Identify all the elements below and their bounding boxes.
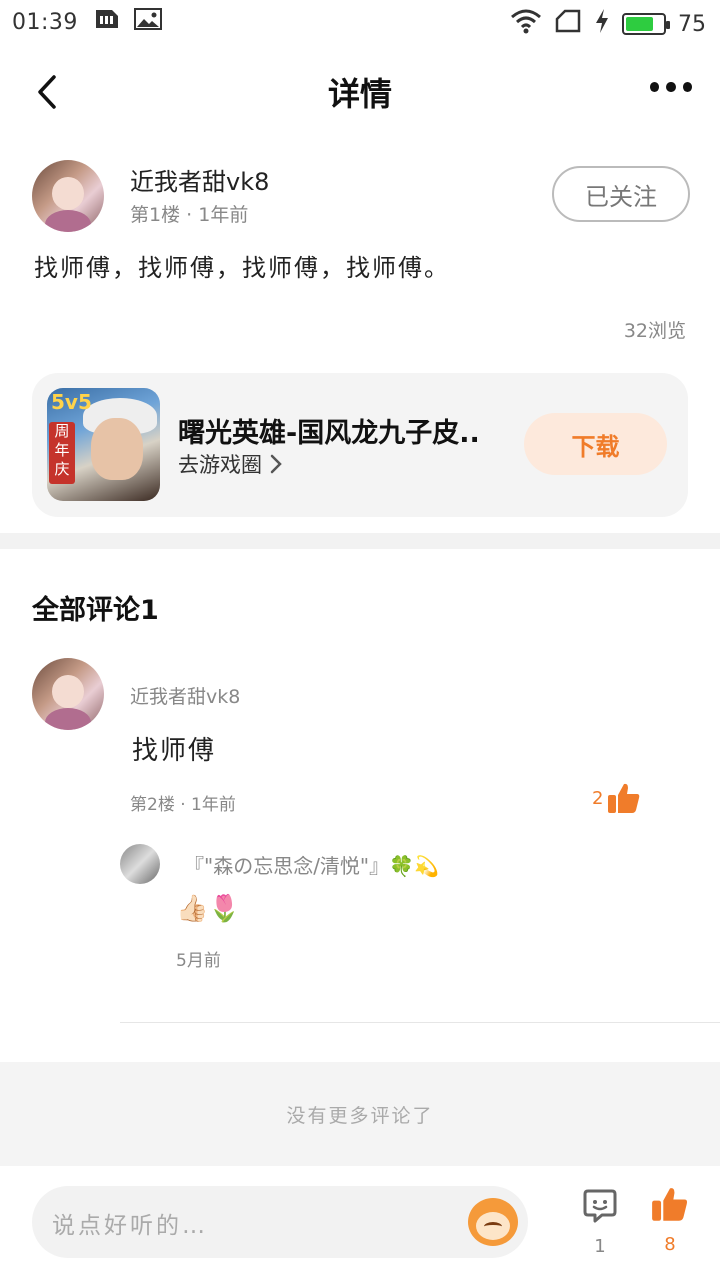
like-count: 8 bbox=[664, 1234, 676, 1255]
post-author: 近我者甜vk8 第1楼 · 1年前 已关注 bbox=[32, 158, 692, 238]
reply-divider bbox=[120, 1022, 720, 1023]
meta-separator: · bbox=[186, 204, 199, 226]
comment-text: 找师傅 bbox=[132, 736, 217, 766]
reply-author[interactable]: 『"森の忘思念/清悦"』🍀💫 bbox=[184, 850, 439, 879]
comment-author[interactable]: 近我者甜vk8 bbox=[130, 682, 240, 709]
dot-icon bbox=[666, 82, 676, 92]
game-tag: 周年庆 bbox=[49, 422, 75, 484]
no-more-comments: 没有更多评论了 bbox=[0, 1062, 720, 1166]
post-floor: 第1楼 bbox=[130, 204, 181, 226]
comment-like-count: 2 bbox=[592, 787, 604, 809]
comment-input-placeholder: 说点好听的… bbox=[52, 1213, 208, 1239]
wifi-icon bbox=[510, 8, 542, 40]
meta-separator: · bbox=[180, 795, 192, 815]
reply-avatar[interactable] bbox=[120, 844, 160, 884]
comment-floor: 第2楼 bbox=[130, 795, 175, 815]
game-circle-link[interactable]: 去游戏圈 bbox=[178, 449, 282, 479]
comment-input[interactable]: 说点好听的… bbox=[32, 1186, 528, 1258]
sim-card-icon bbox=[92, 8, 120, 36]
reply-item: 『"森の忘思念/清悦"』🍀💫 👍🏻🌷 5月前 bbox=[120, 842, 720, 982]
dot-icon bbox=[682, 82, 692, 92]
comments-title: 全部评论1 bbox=[32, 595, 159, 626]
comment-time: 1年前 bbox=[191, 795, 236, 815]
page-header: 详情 bbox=[0, 52, 720, 132]
more-options-button[interactable] bbox=[650, 80, 692, 94]
view-count: 32浏览 bbox=[623, 320, 686, 342]
avatar[interactable] bbox=[32, 658, 104, 730]
like-button[interactable]: 8 bbox=[650, 1186, 690, 1255]
author-name[interactable]: 近我者甜vk8 bbox=[130, 162, 269, 197]
status-bar: 01:39 75 bbox=[0, 0, 720, 44]
battery-indicator bbox=[622, 13, 670, 35]
comment-count-button[interactable]: 1 bbox=[580, 1188, 620, 1257]
game-badge: 5v5 bbox=[51, 390, 92, 414]
image-icon bbox=[133, 8, 162, 36]
thumbs-up-icon bbox=[608, 783, 640, 813]
game-card[interactable]: 5v5 周年庆 曙光英雄-国风龙九子皮.. 去游戏圈 下载 bbox=[32, 373, 688, 517]
status-time: 01:39 bbox=[12, 9, 78, 35]
bottom-bar: 说点好听的… 1 8 bbox=[0, 1166, 720, 1280]
comment-bubble-icon bbox=[583, 1189, 617, 1223]
download-button[interactable]: 下载 bbox=[524, 413, 667, 475]
post-time: 1年前 bbox=[198, 204, 249, 226]
follow-button[interactable]: 已关注 bbox=[552, 166, 690, 222]
game-circle-label: 去游戏圈 bbox=[178, 453, 262, 477]
comment-count: 1 bbox=[594, 1236, 606, 1257]
charging-icon bbox=[594, 9, 610, 39]
battery-percent: 75 bbox=[678, 11, 706, 37]
reply-text: 👍🏻🌷 bbox=[176, 894, 241, 924]
post-content: 找师傅，找师傅，找师傅，找师傅。 bbox=[34, 254, 450, 282]
comment-meta: 第2楼 · 1年前 bbox=[130, 790, 236, 815]
back-button[interactable] bbox=[32, 74, 62, 110]
game-icon-face bbox=[91, 418, 143, 480]
no-sim-icon bbox=[554, 9, 582, 39]
game-title: 曙光英雄-国风龙九子皮.. bbox=[178, 418, 480, 449]
battery-fill bbox=[626, 17, 653, 31]
thumbs-up-icon bbox=[652, 1188, 688, 1221]
game-icon: 5v5 周年庆 bbox=[47, 388, 160, 501]
chevron-right-icon bbox=[270, 454, 282, 474]
section-divider bbox=[0, 533, 720, 549]
emoji-mascot-icon[interactable] bbox=[468, 1198, 518, 1246]
page-title: 详情 bbox=[327, 75, 392, 113]
comment-like-button[interactable]: 2 bbox=[592, 782, 641, 814]
avatar[interactable] bbox=[32, 160, 104, 232]
post-meta: 第1楼 · 1年前 bbox=[130, 200, 248, 227]
reply-time: 5月前 bbox=[176, 951, 221, 971]
dot-icon bbox=[650, 82, 660, 92]
